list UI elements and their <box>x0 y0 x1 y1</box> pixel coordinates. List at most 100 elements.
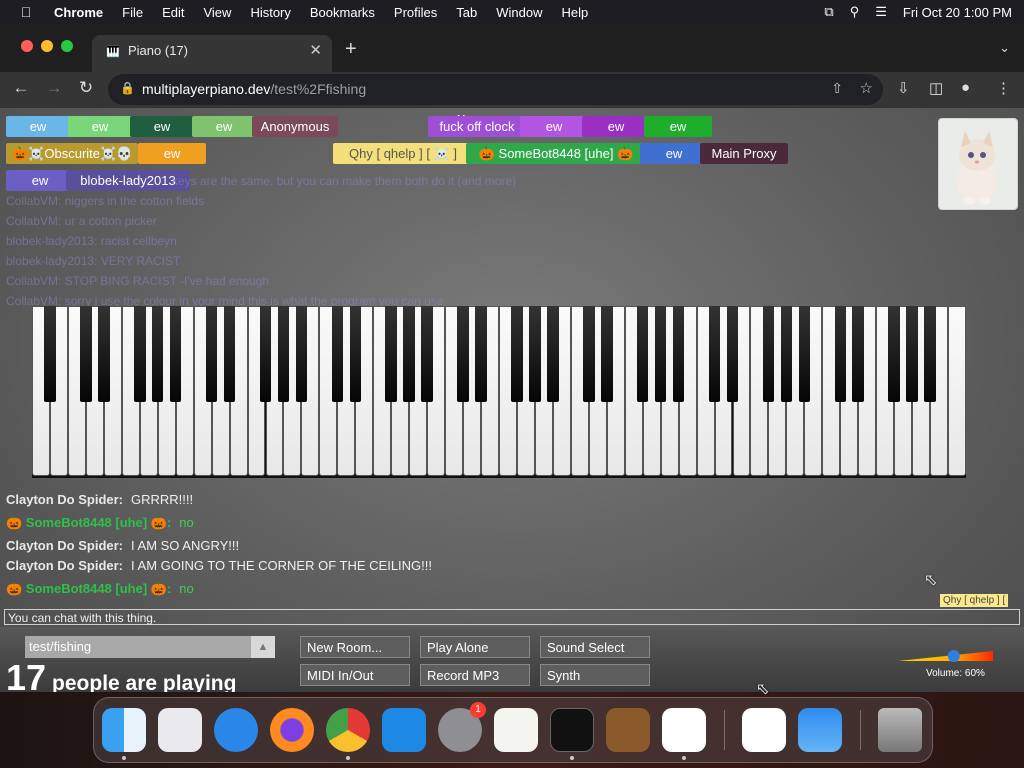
black-key[interactable] <box>205 306 218 402</box>
synth-button[interactable]: Synth <box>540 664 650 686</box>
chrome-icon[interactable] <box>326 708 370 752</box>
window-minimize-button[interactable] <box>41 40 53 52</box>
window-zoom-button[interactable] <box>61 40 73 52</box>
profile-icon[interactable]: ● <box>961 79 970 96</box>
chat-input[interactable]: You can chat with this thing. <box>4 609 1020 625</box>
menu-edit[interactable]: Edit <box>162 5 184 20</box>
menubar-clock[interactable]: Fri Oct 20 1:00 PM <box>903 5 1012 20</box>
black-key[interactable] <box>295 306 308 402</box>
black-key[interactable] <box>852 306 864 402</box>
white-key[interactable] <box>948 306 966 476</box>
black-key[interactable] <box>708 306 721 402</box>
black-key[interactable] <box>259 306 272 402</box>
terminal-icon[interactable] <box>550 708 594 752</box>
player-tag[interactable]: ew <box>68 116 132 137</box>
black-key[interactable] <box>888 306 900 402</box>
reload-icon[interactable]: ↻ <box>75 78 97 98</box>
black-key[interactable] <box>349 306 362 402</box>
vscode-icon[interactable] <box>662 708 706 752</box>
black-key[interactable] <box>672 306 685 402</box>
firefox-icon[interactable] <box>270 708 314 752</box>
black-key[interactable] <box>169 306 182 402</box>
menu-bookmarks[interactable]: Bookmarks <box>310 5 375 20</box>
player-tag[interactable]: 🎃 SomeBot8448 [uhe] 🎃 <box>466 143 646 164</box>
menu-view[interactable]: View <box>203 5 231 20</box>
menu-profiles[interactable]: Profiles <box>394 5 437 20</box>
black-key[interactable] <box>547 306 559 402</box>
player-tag[interactable]: ew <box>644 116 712 137</box>
black-key[interactable] <box>654 306 667 402</box>
black-key[interactable] <box>780 306 793 402</box>
visual-studio-icon[interactable] <box>742 708 786 752</box>
sound-select-button[interactable]: Sound Select <box>540 636 650 658</box>
browser-tab[interactable]: 🎹 Piano (17) ✕ <box>92 35 332 72</box>
black-key[interactable] <box>44 306 56 402</box>
player-tag[interactable]: ew <box>582 116 650 137</box>
black-key[interactable] <box>726 306 739 402</box>
launchpad-icon[interactable] <box>158 708 202 752</box>
lock-icon[interactable]: 🔒 <box>120 81 135 95</box>
black-key[interactable] <box>385 306 397 402</box>
player-tag[interactable]: ew <box>130 116 194 137</box>
player-tag[interactable]: ew <box>6 116 70 137</box>
trash-icon[interactable] <box>878 708 922 752</box>
black-key[interactable] <box>511 306 523 402</box>
textedit-icon[interactable] <box>494 708 538 752</box>
player-tag[interactable]: Anonymous <box>252 116 338 137</box>
black-key[interactable] <box>134 306 146 402</box>
new-tab-icon[interactable]: + <box>345 38 357 61</box>
player-tag[interactable]: ew <box>640 143 708 164</box>
black-key[interactable] <box>583 306 595 402</box>
player-tag[interactable]: 🎃☠️Obscurite☠️💀 <box>6 143 138 164</box>
player-tag[interactable]: ew <box>192 116 256 137</box>
piano-keyboard[interactable] <box>32 306 966 478</box>
black-key[interactable] <box>636 306 649 402</box>
black-key[interactable] <box>331 306 344 402</box>
black-key[interactable] <box>601 306 613 402</box>
bookmark-star-icon[interactable]: ☆ <box>860 79 873 97</box>
app-store-icon[interactable] <box>382 708 426 752</box>
black-key[interactable] <box>98 306 110 402</box>
room-select[interactable]: test/fishing ▲ <box>25 636 275 658</box>
black-key[interactable] <box>403 306 415 402</box>
chrome-menu-icon[interactable]: ⋮ <box>996 79 1011 97</box>
new-room-button[interactable]: New Room... <box>300 636 410 658</box>
black-key[interactable] <box>924 306 936 402</box>
black-key[interactable] <box>421 306 433 402</box>
screen-mirror-icon[interactable]: ⧉ <box>824 4 833 20</box>
system-settings-icon[interactable]: 1 <box>438 702 486 752</box>
black-key[interactable] <box>277 306 290 402</box>
black-key[interactable] <box>529 306 541 402</box>
black-key[interactable] <box>151 306 164 402</box>
player-tag[interactable]: ew <box>520 116 588 137</box>
side-panel-icon[interactable]: ◫ <box>929 79 943 97</box>
player-tag[interactable]: ew <box>6 170 74 191</box>
menu-history[interactable]: History <box>250 5 290 20</box>
menu-help[interactable]: Help <box>562 5 589 20</box>
black-key[interactable] <box>223 306 236 402</box>
finder-icon[interactable] <box>102 708 146 752</box>
player-tag[interactable]: Qhy [ qhelp ] [ ☠️ ] <box>333 143 473 164</box>
black-key[interactable] <box>906 306 918 402</box>
download-icon[interactable]: ⇩ <box>897 79 910 97</box>
play-alone-button[interactable]: Play Alone <box>420 636 530 658</box>
volume-slider[interactable] <box>898 649 993 663</box>
window-close-button[interactable] <box>21 40 33 52</box>
garageband-icon[interactable] <box>606 708 650 752</box>
black-key[interactable] <box>80 306 92 402</box>
record-mp3-button[interactable]: Record MP3 <box>420 664 530 686</box>
black-key[interactable] <box>834 306 846 402</box>
weather-icon[interactable] <box>798 708 842 752</box>
menu-tab[interactable]: Tab <box>456 5 477 20</box>
black-key[interactable] <box>457 306 469 402</box>
black-key[interactable] <box>762 306 775 402</box>
back-arrow-icon[interactable]: ← <box>10 78 32 98</box>
room-select-arrow-icon[interactable]: ▲ <box>251 636 275 658</box>
tab-search-chevron-icon[interactable]: ⌄ <box>999 40 1010 56</box>
forward-arrow-icon[interactable]: → <box>43 78 65 98</box>
midi-in-out-button[interactable]: MIDI In/Out <box>300 664 410 686</box>
safari-icon[interactable] <box>214 708 258 752</box>
black-key[interactable] <box>798 306 811 402</box>
player-tag[interactable]: Main Proxy <box>700 143 788 164</box>
volume-knob[interactable] <box>947 650 960 662</box>
